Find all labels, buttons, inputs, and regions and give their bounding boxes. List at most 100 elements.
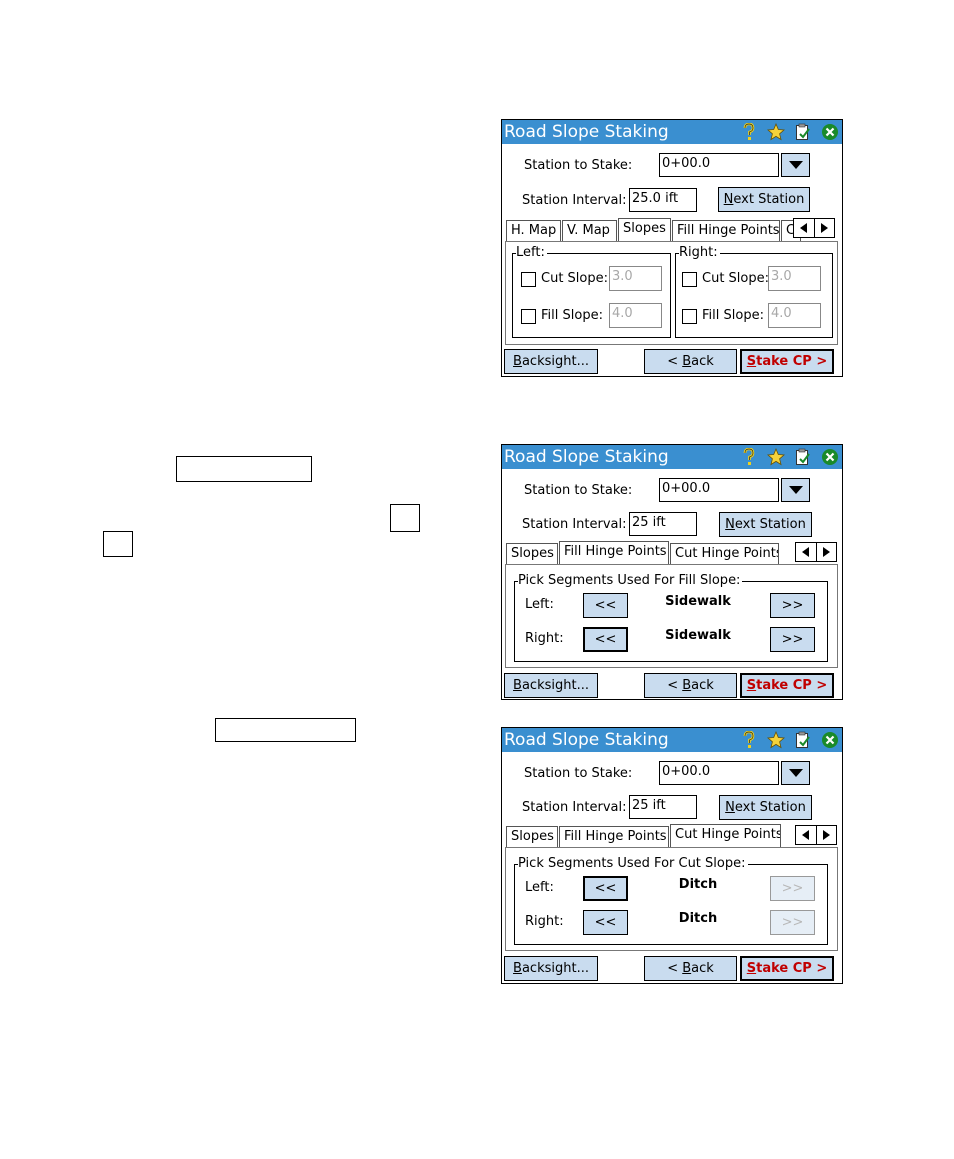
tab-v-map[interactable]: V. Map — [562, 220, 617, 241]
tab-fill-hinge-points[interactable]: Fill Hinge Points — [559, 826, 669, 847]
backsight-label: Backsight... — [513, 678, 589, 693]
right-label: Right: — [525, 914, 564, 929]
tab-scroll-right-icon[interactable] — [815, 219, 835, 237]
stake-cp-label: Stake CP > — [746, 678, 828, 693]
favorites-star-icon[interactable] — [767, 731, 785, 749]
screen-fill-hinge-points: Road Slope Staking Station to Stake: 0+0… — [501, 444, 843, 700]
left-cut-slope-input[interactable]: 3.0 — [609, 266, 662, 291]
right-group: Right: Cut Slope: 3.0 Fill Slope: 4.0 — [675, 245, 833, 338]
stake-cp-label: Stake CP > — [746, 354, 828, 369]
left-segment-name: Ditch — [678, 877, 718, 892]
tab-scroll-left-icon[interactable] — [796, 826, 817, 844]
station-interval-input[interactable]: 25 ift — [629, 512, 697, 536]
right-segment-name: Ditch — [678, 911, 718, 926]
tab-scroll-right-icon[interactable] — [817, 543, 837, 561]
tab-scroll-control[interactable] — [795, 542, 837, 562]
tab-scroll-right-icon[interactable] — [817, 826, 837, 844]
backsight-label: Backsight... — [513, 354, 589, 369]
doc-button-placeholder-1 — [176, 456, 312, 482]
station-interval-input[interactable]: 25 ift — [629, 795, 697, 819]
close-icon[interactable] — [821, 448, 839, 466]
right-cut-slope-input[interactable]: 3.0 — [768, 266, 821, 291]
right-fill-slope-checkbox[interactable] — [682, 309, 697, 324]
right-next-segment-button[interactable]: >> — [770, 627, 815, 652]
next-station-button[interactable]: Next Station — [718, 187, 810, 212]
right-next-segment-button[interactable]: >> — [770, 910, 815, 935]
tab-slopes[interactable]: Slopes — [618, 218, 671, 241]
station-to-stake-input[interactable]: 0+00.0 — [659, 761, 779, 785]
tab-scroll-control[interactable] — [793, 218, 835, 238]
station-dropdown-button[interactable] — [781, 761, 810, 785]
station-interval-label: Station Interval: — [522, 800, 627, 815]
dropdown-arrow-icon — [788, 161, 803, 169]
help-icon[interactable] — [740, 448, 758, 466]
right-segment-name: Sidewalk — [665, 628, 731, 643]
next-station-button[interactable]: Next Station — [719, 512, 812, 537]
right-cut-slope-checkbox[interactable] — [682, 272, 697, 287]
right-prev-segment-button[interactable]: << — [583, 627, 628, 652]
tab-cut-hinge-points[interactable]: Cut Hinge Points — [670, 824, 781, 847]
next-station-button[interactable]: Next Station — [719, 795, 812, 820]
station-to-stake-input[interactable]: 0+00.0 — [659, 153, 779, 177]
fill-hinge-panel: Pick Segments Used For Fill Slope: Left:… — [505, 564, 838, 668]
backsight-button[interactable]: Backsight... — [504, 349, 598, 374]
left-cut-slope-checkbox[interactable] — [521, 272, 536, 287]
doc-button-placeholder-3 — [103, 531, 133, 557]
title-bar: Road Slope Staking — [502, 120, 842, 144]
right-prev-label: << — [594, 915, 617, 930]
right-fill-slope-input[interactable]: 4.0 — [768, 303, 821, 328]
back-button[interactable]: < Back — [644, 673, 737, 698]
back-button[interactable]: < Back — [644, 349, 737, 374]
backsight-label: Backsight... — [513, 961, 589, 976]
fill-slope-segments-legend: Pick Segments Used For Fill Slope: — [518, 573, 743, 589]
station-interval-label: Station Interval: — [522, 517, 627, 532]
tab-slopes[interactable]: Slopes — [506, 543, 558, 564]
tab-fill-hinge-points[interactable]: Fill Hinge Points — [672, 220, 780, 241]
back-button[interactable]: < Back — [644, 956, 737, 981]
left-next-label: >> — [781, 598, 804, 613]
station-interval-input[interactable]: 25.0 ift — [629, 188, 697, 212]
right-prev-segment-button[interactable]: << — [583, 910, 628, 935]
back-label: < Back — [667, 961, 714, 976]
right-label: Right: — [525, 631, 564, 646]
close-icon[interactable] — [821, 731, 839, 749]
help-icon[interactable] — [740, 731, 758, 749]
tab-scroll-left-icon[interactable] — [796, 543, 817, 561]
dropdown-arrow-icon — [788, 486, 803, 494]
stake-cp-button[interactable]: Stake CP > — [740, 956, 834, 981]
backsight-button[interactable]: Backsight... — [504, 673, 598, 698]
station-dropdown-button[interactable] — [781, 478, 810, 502]
left-next-segment-button[interactable]: >> — [770, 876, 815, 901]
backsight-button[interactable]: Backsight... — [504, 956, 598, 981]
left-fill-slope-checkbox[interactable] — [521, 309, 536, 324]
left-fill-slope-label: Fill Slope: — [541, 308, 603, 323]
clipboard-check-icon[interactable] — [794, 123, 812, 141]
tab-cut-hinge-points[interactable]: Cut Hinge Points — [670, 543, 779, 564]
next-station-label: Next Station — [725, 517, 806, 532]
next-station-label: Next Station — [723, 192, 805, 207]
left-prev-segment-button[interactable]: << — [583, 593, 628, 618]
tab-slopes[interactable]: Slopes — [506, 826, 558, 847]
right-next-label: >> — [781, 632, 804, 647]
left-segment-name: Sidewalk — [665, 594, 731, 609]
left-prev-segment-button[interactable]: << — [583, 876, 628, 901]
stake-cp-button[interactable]: Stake CP > — [740, 349, 834, 374]
station-dropdown-button[interactable] — [781, 153, 810, 177]
help-icon[interactable] — [740, 123, 758, 141]
favorites-star-icon[interactable] — [767, 123, 785, 141]
clipboard-check-icon[interactable] — [794, 731, 812, 749]
tab-h-map[interactable]: H. Map — [506, 220, 561, 241]
clipboard-check-icon[interactable] — [794, 448, 812, 466]
left-fill-slope-input[interactable]: 4.0 — [609, 303, 662, 328]
tab-fill-hinge-points[interactable]: Fill Hinge Points — [559, 541, 669, 564]
close-icon[interactable] — [821, 123, 839, 141]
tab-scroll-left-icon[interactable] — [794, 219, 815, 237]
favorites-star-icon[interactable] — [767, 448, 785, 466]
left-next-segment-button[interactable]: >> — [770, 593, 815, 618]
tab-scroll-control[interactable] — [795, 825, 837, 845]
left-label: Left: — [525, 880, 554, 895]
right-fill-slope-label: Fill Slope: — [702, 308, 764, 323]
right-group-legend: Right: — [679, 245, 720, 261]
stake-cp-button[interactable]: Stake CP > — [740, 673, 834, 698]
station-to-stake-input[interactable]: 0+00.0 — [659, 478, 779, 502]
